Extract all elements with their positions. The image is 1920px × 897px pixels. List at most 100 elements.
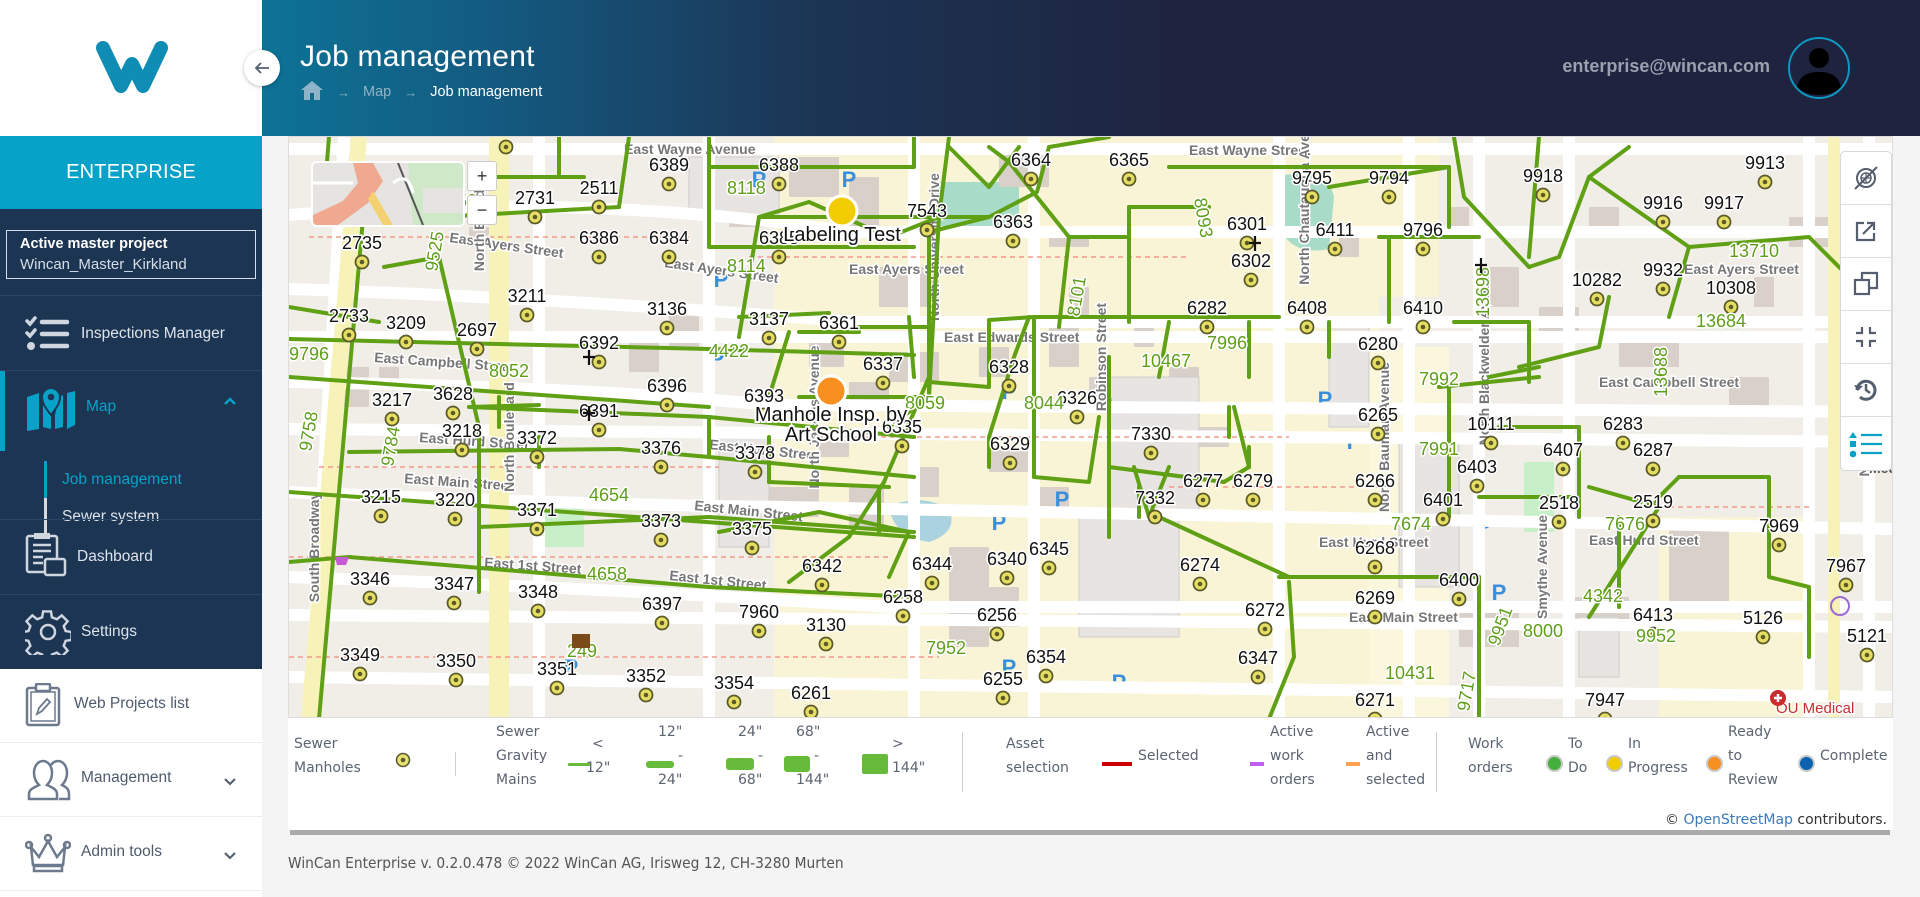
chevron-up-icon[interactable] [223,393,237,411]
manhole-label: 3136 [647,299,687,319]
sidebar-item-label: Settings [81,623,138,640]
map-card: PPPPPPPPPPPPPPPPEast Wayne AvenueEast Wa… [288,136,1893,835]
home-icon[interactable] [300,80,324,104]
openstreetmap-link[interactable]: OpenStreetMap [1683,812,1792,828]
pipe-label: 4654 [589,485,629,505]
manhole-label: 3214 [486,137,526,138]
manhole-label: 2733 [329,306,369,326]
manhole: 3347 [432,573,476,611]
manhole-icon-center [880,380,886,386]
manhole: 3346 [348,568,392,606]
map-canvas[interactable]: PPPPPPPPPPPPPPPPEast Wayne AvenueEast Wa… [289,137,1893,718]
manhole-icon-center [1721,219,1727,225]
sidebar: ENTERPRISE Active master project Wincan_… [0,0,262,897]
sidebar-item-map[interactable]: Map [0,371,262,445]
horizontal-scrollbar[interactable] [290,830,1890,835]
manhole: 3220 [433,489,477,527]
manhole-label: 9918 [1523,166,1563,186]
map-legend: Sewer Manholes Sewer Gravity Mains <12" 1… [288,718,1893,806]
tool-copy-layers[interactable] [1841,258,1891,311]
sidebar-item-admin-tools[interactable]: Admin tools [0,817,262,891]
page-title: Job management [300,40,535,73]
manhole-label: 10282 [1572,270,1622,290]
sewer-main [1487,365,1541,379]
manhole-icon-center [451,600,457,606]
sidebar-item-label: Dashboard [77,548,153,565]
manhole-label: 9796 [1403,220,1443,240]
manhole-label: 6272 [1245,600,1285,620]
sidebar-item-dashboard[interactable]: Dashboard [0,520,262,594]
active-project-box[interactable]: Active master project Wincan_Master_Kirk… [6,230,256,279]
zoom-in-button[interactable]: + [467,161,497,191]
manhole-label: 6328 [989,357,1029,377]
manhole-icon-center [1728,304,1734,310]
manhole-icon-center [1420,324,1426,330]
building [1489,267,1519,307]
asset-label: Active and selected [1366,724,1426,788]
manhole-icon-center [752,469,758,475]
manhole-label: 9795 [1292,168,1332,188]
street-label: East Main Street [1349,609,1458,625]
manhole: 3373 [639,510,683,548]
manhole-label: 6396 [647,376,687,396]
divider [1436,732,1437,792]
manhole-label: 6354 [1026,647,1066,667]
manhole-icon-center [452,516,458,522]
status-dot [1798,755,1815,772]
pipe-label: 10467 [1141,351,1191,371]
divider [962,732,963,792]
sidebar-item-settings[interactable]: Settings [0,595,262,669]
manhole-icon-center [1152,514,1158,520]
chevron-down-icon[interactable] [223,847,237,865]
manhole-icon-center [596,359,602,365]
manhole-label: 3211 [508,286,547,306]
manhole: 6403 [1455,456,1499,494]
collapse-sidebar-button[interactable] [244,50,280,86]
tool-fullscreen[interactable] [1841,311,1891,364]
map-view[interactable]: PPPPPPPPPPPPPPPPEast Wayne AvenueEast Wa… [288,136,1893,718]
chevron-down-icon[interactable] [223,773,237,791]
tool-open-external[interactable] [1841,205,1891,258]
legend-list-icon [1849,431,1882,457]
pipe-label: 4422 [709,341,749,361]
manhole-label: 2518 [1539,493,1579,513]
manhole-label: 2731 [515,188,555,208]
manhole-icon-center [1372,614,1378,620]
status-dot [1546,755,1563,772]
overview-minimap[interactable] [313,163,463,225]
manhole-label: 6302 [1231,251,1271,271]
work-order-dot [825,194,859,228]
tool-gps-off[interactable] [1841,152,1891,205]
manhole-label: 3628 [433,384,473,404]
tool-legend[interactable] [1841,417,1891,470]
breadcrumb-map[interactable]: Map [363,84,391,100]
zoom-out-button[interactable]: − [467,195,497,225]
manhole-label: 7330 [1131,424,1171,444]
attribution-prefix: © [1665,812,1680,828]
gps-off-icon [1854,166,1878,190]
manhole-icon-center [776,254,782,260]
avatar[interactable] [1788,37,1850,99]
manhole-icon-center [346,332,352,338]
logo-area [0,0,262,136]
manhole-icon-center [1650,518,1656,524]
sidebar-item-management[interactable]: Management [0,743,262,817]
manhole-label: 3349 [340,645,380,665]
asset-label: Selected [1138,748,1199,764]
manhole-label: 7969 [1759,516,1799,536]
legend-text: Gravity [496,748,548,764]
manhole: 3375 [730,518,774,556]
status-label: To Do [1568,736,1588,776]
sidebar-item-inspections-manager[interactable]: Inspections Manager [0,296,262,370]
manhole-icon-center [357,671,363,677]
tool-history[interactable] [1841,364,1891,417]
status-dot [1706,755,1723,772]
manhole-label: 9916 [1643,193,1683,213]
manhole-icon-center [664,325,670,331]
manhole-label: 9913 [1745,153,1785,173]
manhole-label: 6386 [579,228,619,248]
wincan-logo[interactable] [95,40,169,96]
sidebar-item-web-projects-list[interactable]: Web Projects list [0,669,262,743]
user-email[interactable]: enterprise@wincan.com [1562,56,1770,77]
sidebar-subitem-job-management[interactable]: Job management [44,461,244,498]
